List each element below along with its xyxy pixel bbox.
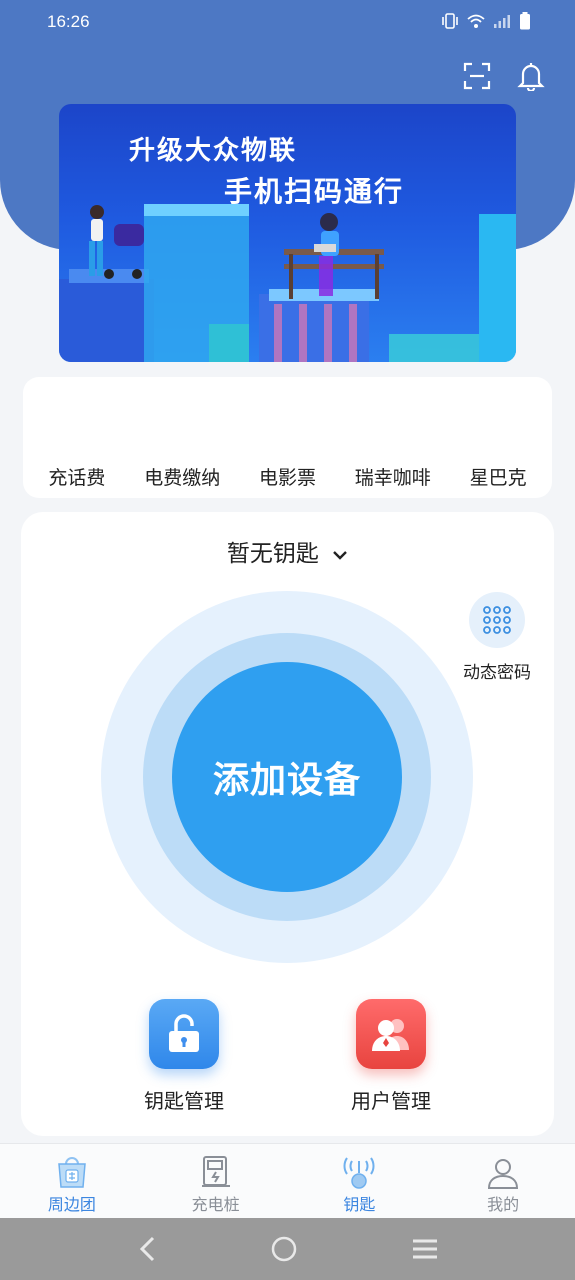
service-phone-topup[interactable]: 充话费 [48,463,105,490]
add-device-button[interactable]: 添加设备 [172,662,402,892]
bell-icon [517,63,545,91]
bottom-tab-bar: 周边团 充电桩 钥匙 我的 [0,1143,575,1218]
unlock-icon [169,1014,199,1052]
tab-charging-pile-label: 充电桩 [191,1195,240,1214]
battery-icon [520,12,530,30]
banner-subtitle: 手机扫码通行 [224,175,405,208]
dynamic-password-icon-bg [469,592,525,648]
tab-group-buy[interactable]: 周边团 [0,1144,144,1218]
status-time: 16:26 [47,12,90,31]
user-management-button[interactable]: 用户管理 [321,999,461,1114]
charging-pile-icon [201,1156,230,1187]
system-nav-bar [0,1218,575,1280]
user-management-tile [356,999,426,1069]
group-buy-icon [58,1157,86,1188]
home-icon[interactable] [270,1235,298,1263]
tab-charging-pile[interactable]: 充电桩 [144,1144,288,1218]
key-signal-icon [343,1157,375,1189]
dynamic-password-button[interactable]: 动态密码 [458,592,536,683]
user-management-label: 用户管理 [351,1089,431,1113]
scan-button[interactable] [461,60,493,92]
header-actions [461,60,547,92]
tab-keys[interactable]: 钥匙 [288,1144,432,1218]
key-management-label: 钥匙管理 [144,1089,224,1113]
notification-button[interactable] [515,60,547,92]
tab-profile[interactable]: 我的 [431,1144,575,1218]
back-icon[interactable] [137,1235,157,1263]
status-icons [441,12,531,30]
key-management-button[interactable]: 钥匙管理 [114,999,254,1114]
tab-profile-label: 我的 [487,1195,520,1214]
scan-icon [463,62,491,90]
tab-keys-label: 钥匙 [343,1195,376,1214]
users-icon [372,1019,409,1051]
service-starbucks[interactable]: 星巴克 [470,463,527,490]
promo-banner[interactable]: 升级大众物联 手机扫码通行 [59,104,516,362]
vibrate-icon [442,13,458,29]
profile-icon [488,1159,519,1189]
status-bar: 16:26 [0,0,575,48]
signal-icon [494,14,510,28]
wifi-icon [467,14,485,28]
service-electricity[interactable]: 电费缴纳 [144,463,220,490]
tab-group-buy-label: 周边团 [47,1195,96,1214]
services-row: 充话费 电费缴纳 电影票 瑞幸咖啡 星巴克 [23,463,552,490]
menu-icon[interactable] [411,1237,439,1261]
chevron-down-icon [333,550,348,560]
key-card: 暂无钥匙 动态密码 添加设备 钥匙管理 用户管理 [21,512,554,1136]
service-movie-ticket[interactable]: 电影票 [259,463,316,490]
services-card: 充话费 电费缴纳 电影票 瑞幸咖啡 星巴克 [23,377,552,498]
dynamic-password-label: 动态密码 [463,663,531,683]
banner-title: 升级大众物联 [129,136,298,166]
keypad-icon [483,606,511,634]
key-selector-label: 暂无钥匙 [226,541,319,567]
key-selector[interactable]: 暂无钥匙 [21,534,554,568]
service-luckin-coffee[interactable]: 瑞幸咖啡 [355,463,431,490]
key-management-tile [149,999,219,1069]
